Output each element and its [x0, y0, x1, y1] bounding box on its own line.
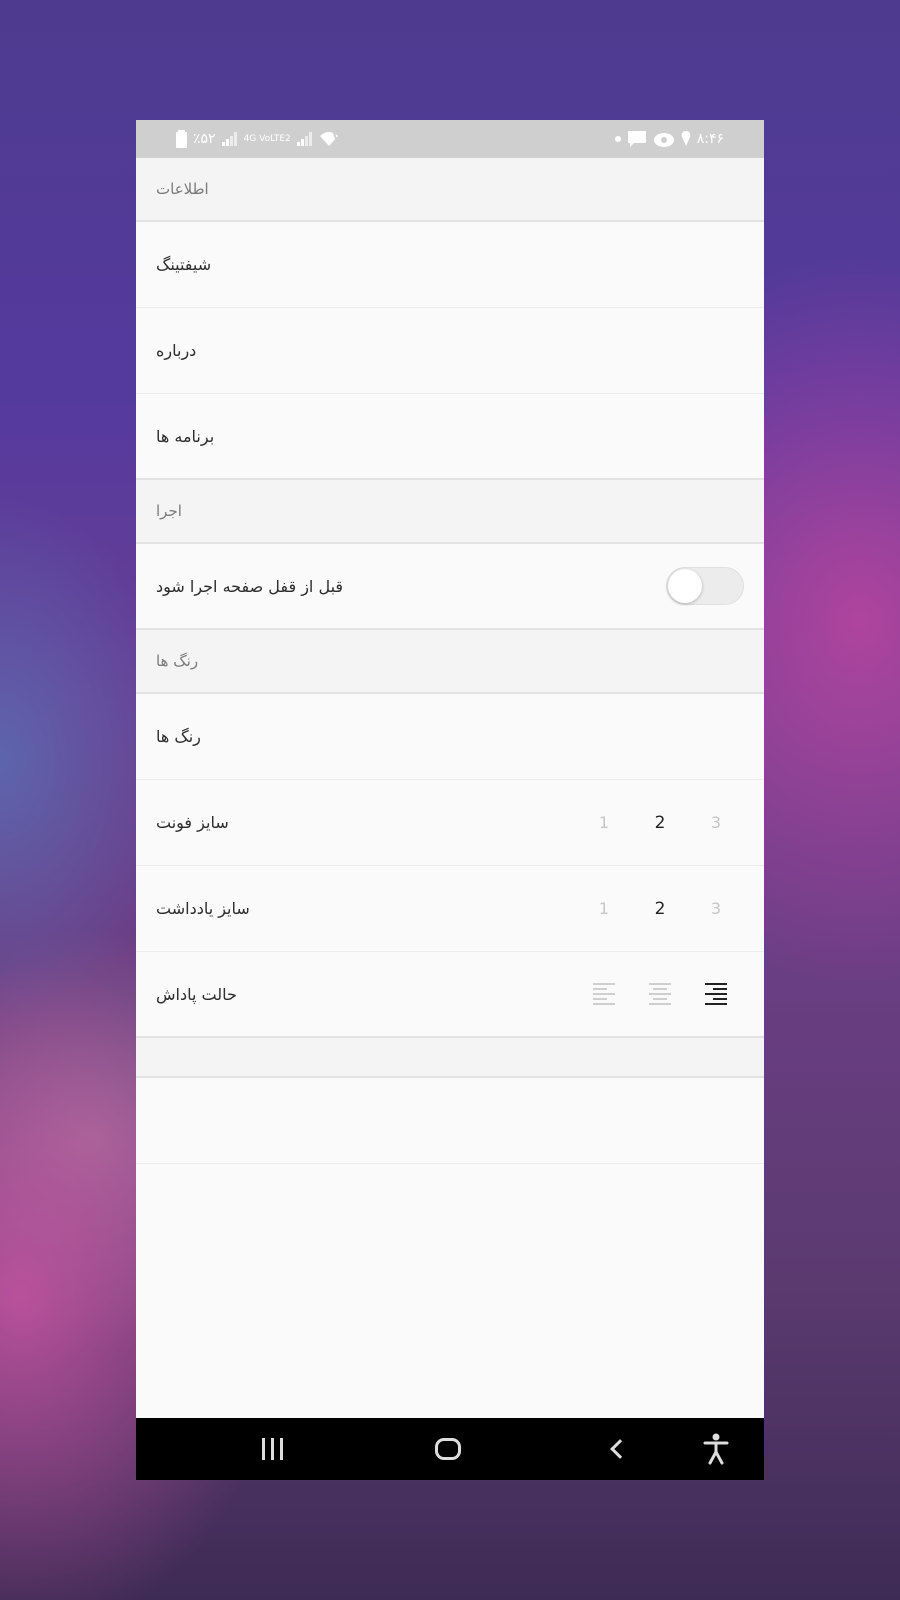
phone-screen: ٪۵۲ 4G VoLTE2 ۸:۴۶ اطلاعات شیفتینگ دربار…: [136, 120, 764, 1480]
location-icon: [681, 131, 691, 146]
message-icon: [627, 131, 646, 147]
navigation-bar: [136, 1418, 764, 1480]
network-label: 4G VoLTE2: [243, 134, 291, 144]
status-bar: ٪۵۲ 4G VoLTE2 ۸:۴۶: [136, 120, 764, 158]
signal-icon-2: [296, 132, 312, 146]
status-left: ٪۵۲ 4G VoLTE2: [176, 130, 339, 148]
recent-apps-icon[interactable]: [252, 1418, 292, 1480]
settings-item-label: شیفتینگ: [156, 255, 212, 274]
wifi-off-icon: [319, 132, 339, 146]
reward-mode-options: [576, 983, 744, 1005]
section-title: اطلاعات: [156, 180, 209, 198]
toggle-knob: [668, 569, 702, 603]
font-size-option-2[interactable]: 2: [632, 813, 688, 833]
align-center-icon: [649, 983, 671, 1005]
note-size-option-3[interactable]: 3: [688, 899, 744, 919]
signal-icon: [221, 132, 237, 146]
section-header-info: اطلاعات: [136, 158, 764, 222]
settings-item-label: قبل از قفل صفحه اجرا شود: [156, 576, 344, 596]
note-size-options: 3 2 1: [576, 899, 744, 919]
settings-item-label: درباره: [156, 341, 197, 360]
settings-item-label: سایز فونت: [156, 813, 229, 832]
align-left-button[interactable]: [576, 983, 632, 1005]
accessibility-icon[interactable]: [696, 1418, 736, 1480]
settings-item-reward-mode: حالت پاداش: [136, 952, 764, 1038]
battery-percent: ٪۵۲: [193, 131, 216, 147]
align-left-icon: [593, 983, 615, 1005]
section-title: اجرا: [156, 502, 182, 520]
font-size-option-1[interactable]: 1: [576, 813, 632, 833]
settings-item-label: رنگ ها: [156, 727, 201, 746]
settings-item-label: سایز یادداشت: [156, 899, 250, 918]
section-header-run: اجرا: [136, 480, 764, 544]
home-icon[interactable]: [428, 1418, 468, 1480]
align-right-icon: [705, 983, 727, 1005]
cloud-icon: [653, 133, 674, 147]
font-size-options: 3 2 1: [576, 813, 744, 833]
settings-list: اطلاعات شیفتینگ درباره برنامه ها اجرا قب…: [136, 158, 764, 1164]
settings-item-label: برنامه ها: [156, 426, 215, 446]
section-header-colors: رنگ ها: [136, 630, 764, 694]
settings-item-font-size: سایز فونت 3 2 1: [136, 780, 764, 866]
settings-item-note-size: سایز یادداشت 3 2 1: [136, 866, 764, 952]
section-title: رنگ ها: [156, 652, 199, 670]
run-before-lock-toggle[interactable]: [666, 567, 744, 605]
settings-item-run-before-lock[interactable]: قبل از قفل صفحه اجرا شود: [136, 544, 764, 630]
settings-item-shifting[interactable]: شیفتینگ: [136, 222, 764, 308]
note-size-option-2[interactable]: 2: [632, 899, 688, 919]
clock: ۸:۴۶: [696, 131, 724, 147]
settings-item-colors[interactable]: رنگ ها: [136, 694, 764, 780]
notification-dot-icon: [614, 136, 621, 142]
align-center-button[interactable]: [632, 983, 688, 1005]
settings-item-label: حالت پاداش: [156, 984, 237, 1004]
back-icon[interactable]: [602, 1418, 632, 1480]
status-right: ۸:۴۶: [614, 130, 724, 148]
empty-section-header: [136, 1038, 764, 1078]
settings-item-apps[interactable]: برنامه ها: [136, 394, 764, 480]
settings-item-about[interactable]: درباره: [136, 308, 764, 394]
note-size-option-1[interactable]: 1: [576, 899, 632, 919]
battery-icon: [176, 130, 187, 148]
align-right-button[interactable]: [688, 983, 744, 1005]
font-size-option-3[interactable]: 3: [688, 813, 744, 833]
empty-row: [136, 1078, 764, 1164]
